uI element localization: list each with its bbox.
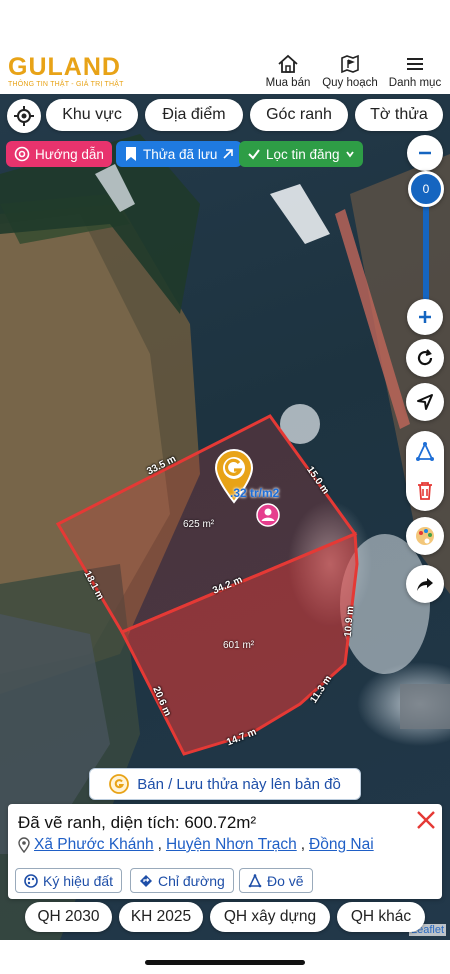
user-pin-icon[interactable] bbox=[256, 503, 280, 527]
refresh-button[interactable] bbox=[406, 339, 444, 377]
filter-khu-vuc[interactable]: Khu vực bbox=[46, 99, 138, 131]
map-style-button[interactable] bbox=[406, 517, 444, 555]
filter-goc-ranh[interactable]: Góc ranh bbox=[250, 99, 348, 131]
guland-logo[interactable]: GULAND THÔNG TIN THẬT - GIÁ TRỊ THẬT bbox=[8, 54, 124, 88]
guide-chip[interactable]: Hướng dẫn bbox=[6, 141, 112, 167]
plan-qh-khac-button[interactable]: QH khác bbox=[337, 902, 425, 932]
logo-text: GULAND bbox=[8, 53, 121, 81]
measure-button[interactable]: Đo vẽ bbox=[239, 868, 313, 893]
sell-button-label: Bán / Lưu thửa này lên bản đồ bbox=[137, 775, 341, 793]
external-arrow-icon bbox=[223, 149, 234, 159]
separator: , bbox=[157, 836, 162, 853]
navigate-button[interactable] bbox=[406, 383, 444, 421]
tool-label: Ký hiệu đất bbox=[43, 872, 114, 889]
zoom-in-button[interactable] bbox=[407, 299, 443, 335]
home-indicator bbox=[145, 960, 305, 965]
guland-coin-icon bbox=[109, 774, 130, 794]
province-link[interactable]: Đồng Nai bbox=[309, 836, 374, 854]
land-symbol-button[interactable]: Ký hiệu đất bbox=[15, 868, 123, 893]
guide-icon bbox=[14, 146, 30, 162]
tool-label: Chỉ đường bbox=[158, 872, 225, 889]
nav-quy-hoach[interactable]: Quy hoạch bbox=[320, 54, 380, 89]
plan-qh-2030-button[interactable]: QH 2030 bbox=[25, 902, 112, 932]
logo-tagline: THÔNG TIN THẬT - GIÁ TRỊ THẬT bbox=[8, 81, 124, 88]
parcel-area-label: 601 m² bbox=[223, 640, 255, 651]
draw-tools-group bbox=[406, 431, 444, 511]
commune-link[interactable]: Xã Phước Khánh bbox=[34, 836, 154, 854]
directions-icon bbox=[140, 874, 152, 887]
saved-label: Thửa đã lưu bbox=[143, 146, 218, 162]
bottom-safe-area bbox=[0, 940, 450, 974]
filter-dia-diem[interactable]: Địa điểm bbox=[145, 99, 243, 131]
tool-label: Đo vẽ bbox=[267, 872, 304, 889]
crosshair-icon bbox=[14, 106, 34, 126]
zoom-out-button[interactable] bbox=[407, 135, 443, 171]
chevron-down-icon bbox=[345, 151, 354, 158]
share-arrow-icon bbox=[417, 578, 433, 591]
plan-qh-xay-dung-button[interactable]: QH xây dựng bbox=[210, 902, 330, 932]
draw-polygon-icon[interactable] bbox=[414, 441, 436, 463]
house-icon bbox=[278, 54, 298, 73]
refresh-icon bbox=[417, 349, 433, 366]
share-button[interactable] bbox=[406, 565, 444, 603]
nav-label: Quy hoạch bbox=[322, 77, 378, 89]
directions-button[interactable]: Chỉ đường bbox=[130, 868, 234, 893]
zoom-slider[interactable] bbox=[417, 200, 435, 308]
district-link[interactable]: Huyện Nhơn Trạch bbox=[166, 836, 297, 854]
check-icon bbox=[248, 149, 260, 160]
measure-polygon-icon bbox=[248, 873, 262, 887]
plan-kh-2025-button[interactable]: KH 2025 bbox=[119, 902, 203, 932]
parcel-location: Xã Phước Khánh, Huyện Nhơn Trạch, Đồng N… bbox=[18, 836, 374, 854]
locate-me-button[interactable] bbox=[7, 99, 41, 133]
nav-mua-ban[interactable]: Mua bán bbox=[264, 54, 312, 89]
sell-save-parcel-button[interactable]: Bán / Lưu thửa này lên bản đồ bbox=[89, 768, 361, 800]
zoom-knob[interactable]: 0 bbox=[408, 171, 444, 207]
close-icon[interactable] bbox=[414, 808, 438, 832]
navigation-arrow-icon bbox=[417, 394, 433, 410]
minus-icon bbox=[419, 151, 431, 155]
menu-icon bbox=[407, 58, 423, 70]
bookmark-icon bbox=[126, 147, 136, 161]
price-per-m2-label: .32 tr/m2 bbox=[230, 486, 280, 500]
nav-danh-muc[interactable]: Danh mục bbox=[388, 54, 442, 89]
plus-icon bbox=[419, 311, 431, 323]
filter-listings-chip[interactable]: Lọc tin đăng bbox=[239, 141, 363, 167]
nav-label: Mua bán bbox=[265, 77, 311, 89]
parcel-area-label: 625 m² bbox=[183, 519, 215, 530]
separator: , bbox=[300, 836, 306, 853]
location-pin-icon bbox=[18, 837, 30, 853]
guide-label: Hướng dẫn bbox=[35, 146, 104, 162]
saved-parcels-chip[interactable]: Thửa đã lưu bbox=[116, 141, 243, 167]
palette-icon bbox=[24, 873, 38, 888]
trash-icon[interactable] bbox=[416, 481, 434, 501]
palette-icon bbox=[416, 527, 434, 545]
filter-listings-label: Lọc tin đăng bbox=[266, 146, 340, 162]
parcel-area-title: Đã vẽ ranh, diện tích: 600.72m² bbox=[18, 813, 257, 832]
filter-to-thua[interactable]: Tờ thửa bbox=[355, 99, 443, 131]
app-header: GULAND THÔNG TIN THẬT - GIÁ TRỊ THẬT Mua… bbox=[0, 0, 450, 94]
zoom-rail bbox=[423, 200, 429, 308]
map-flag-icon bbox=[341, 54, 359, 74]
nav-label: Danh mục bbox=[388, 77, 442, 89]
